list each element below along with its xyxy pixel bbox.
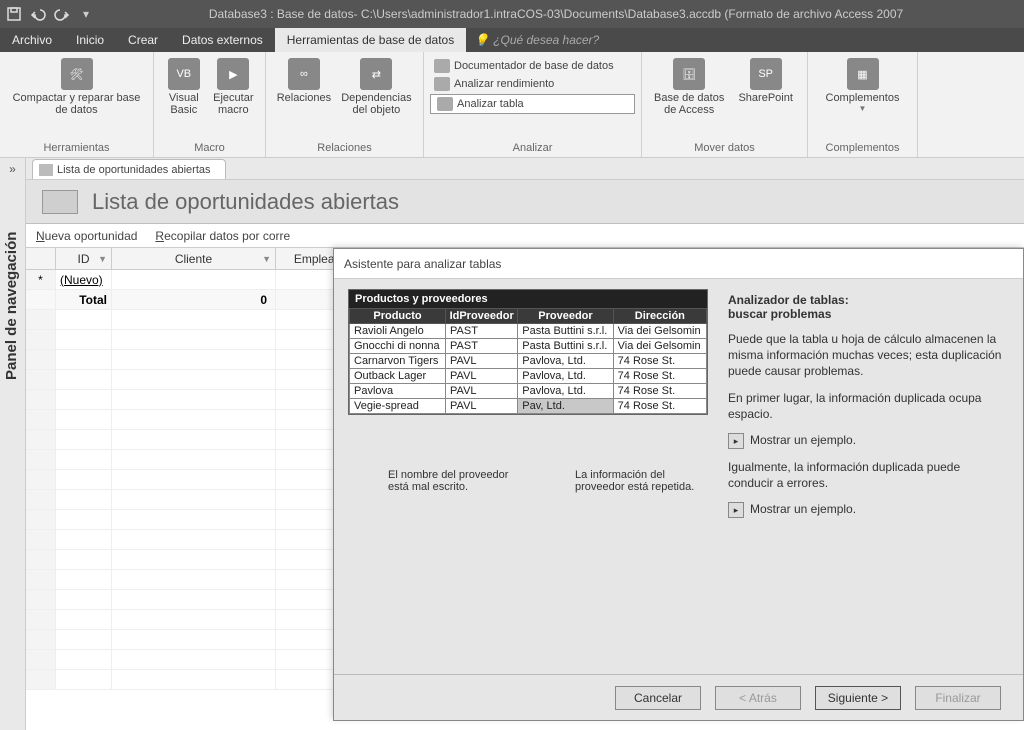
ribbon-group-complementos: Complementos xyxy=(808,141,917,157)
relations-icon: ∞ xyxy=(288,58,320,90)
sample-th-proveedor: Proveedor xyxy=(518,309,613,324)
ribbon-group-macro: Macro xyxy=(154,141,265,157)
row-selector-header[interactable] xyxy=(26,248,56,269)
wizard-paragraph: En primer lugar, la información duplicad… xyxy=(728,390,1007,422)
analyze-table-icon xyxy=(437,97,453,111)
sample-th-idproveedor: IdProveedor xyxy=(446,309,518,324)
wizard-paragraph: Puede que la tabla u hoja de cálculo alm… xyxy=(728,331,1007,380)
document-tabs: Lista de oportunidades abiertas xyxy=(26,158,1024,180)
callout-misspelled: El nombre del proveedor está mal escrito… xyxy=(348,465,535,497)
analyze-table-button[interactable]: Analizar tabla xyxy=(430,94,635,114)
tab-inicio[interactable]: Inicio xyxy=(64,28,116,52)
nav-pane-label: Panel de navegación xyxy=(3,232,20,380)
analyze-perf-icon xyxy=(434,77,450,91)
column-header-cliente[interactable]: Cliente▼ xyxy=(112,248,276,269)
callout-repeated: La información del proveedor está repeti… xyxy=(535,465,722,497)
sample-table-illustration: Productos y proveedores Producto IdProve… xyxy=(348,289,708,415)
tab-herramientas-bd[interactable]: Herramientas de base de datos xyxy=(275,28,466,52)
sample-row: Vegie-spreadPAVLPav, Ltd.74 Rose St. xyxy=(350,399,707,414)
ribbon-group-mover: Mover datos xyxy=(642,141,807,157)
column-header-id[interactable]: ID▼ xyxy=(56,248,112,269)
ribbon-group-analizar: Analizar xyxy=(424,141,641,157)
save-icon[interactable] xyxy=(6,6,22,22)
table-analyzer-wizard: Asistente para analizar tablas Productos… xyxy=(333,248,1024,721)
tab-crear[interactable]: Crear xyxy=(116,28,170,52)
chevron-down-icon[interactable]: ▼ xyxy=(262,254,271,264)
chevron-right-icon: » xyxy=(9,162,16,176)
show-example-label: Mostrar un ejemplo. xyxy=(750,502,856,516)
tab-archivo[interactable]: Archivo xyxy=(0,28,64,52)
access-db-icon: 🗄 xyxy=(673,58,705,90)
cell-id-new[interactable]: (Nuevo) xyxy=(56,270,112,289)
object-dependencies-button[interactable]: ⇄Dependencias del objeto xyxy=(336,56,417,118)
lightbulb-icon: 💡 xyxy=(474,33,489,47)
barcode-icon xyxy=(42,190,78,214)
redo-icon[interactable] xyxy=(54,6,70,22)
new-opportunity-link[interactable]: NNueva oportunidadueva oportunidad xyxy=(36,229,137,243)
run-macro-button[interactable]: ▶Ejecutar macro xyxy=(208,56,259,118)
wizard-title: Asistente para analizar tablas xyxy=(334,249,1023,279)
total-value: 0 xyxy=(112,290,276,309)
form-icon xyxy=(39,164,53,176)
form-title: Lista de oportunidades abiertas xyxy=(92,189,399,215)
window-title: Database3 : Base de datos- C:\Users\admi… xyxy=(94,7,1018,21)
sample-row: Outback LagerPAVLPavlova, Ltd.74 Rose St… xyxy=(350,369,707,384)
sample-table-title: Productos y proveedores xyxy=(349,290,707,308)
qat-dropdown-icon[interactable]: ▾ xyxy=(78,6,94,22)
sample-th-producto: Producto xyxy=(350,309,446,324)
tab-datos-externos[interactable]: Datos externos xyxy=(170,28,275,52)
ribbon-group-relaciones: Relaciones xyxy=(266,141,423,157)
db-documenter-button[interactable]: Documentador de base de datos xyxy=(430,58,635,74)
title-bar: ▾ Database3 : Base de datos- C:\Users\ad… xyxy=(0,0,1024,28)
back-button[interactable]: < Atrás xyxy=(715,686,801,710)
addins-icon: ▦ xyxy=(847,58,879,90)
run-macro-icon: ▶ xyxy=(217,58,249,90)
sample-th-direccion: Dirección xyxy=(613,309,706,324)
document-tab-label: Lista de oportunidades abiertas xyxy=(57,164,211,176)
chevron-down-icon: ▼ xyxy=(859,104,867,113)
analyze-performance-button[interactable]: Analizar rendimiento xyxy=(430,76,635,92)
cell-cliente-new[interactable] xyxy=(112,270,276,289)
relations-button[interactable]: ∞Relaciones xyxy=(272,56,336,106)
new-row-indicator: * xyxy=(26,270,56,289)
ribbon-group-herramientas: Herramientas xyxy=(0,141,153,157)
ribbon-tabs: Archivo Inicio Crear Datos externos Herr… xyxy=(0,28,1024,52)
sample-row: Carnarvon TigersPAVLPavlova, Ltd.74 Rose… xyxy=(350,354,707,369)
sample-row: Ravioli AngeloPASTPasta Buttini s.r.l.Vi… xyxy=(350,324,707,339)
compact-repair-icon: 🛠 xyxy=(61,58,93,90)
visual-basic-button[interactable]: VBVisual Basic xyxy=(160,56,208,118)
sharepoint-button[interactable]: SPSharePoint xyxy=(730,56,801,106)
sample-row: PavlovaPAVLPavlova, Ltd.74 Rose St. xyxy=(350,384,707,399)
wizard-footer: Cancelar < Atrás Siguiente > Finalizar xyxy=(334,674,1023,720)
undo-icon[interactable] xyxy=(30,6,46,22)
collect-data-link[interactable]: Recopilar datos por corre xyxy=(155,229,290,243)
access-db-button[interactable]: 🗄Base de datos de Access xyxy=(648,56,730,118)
chevron-down-icon[interactable]: ▼ xyxy=(98,254,107,264)
ribbon: 🛠 Compactar y reparar base de datos Herr… xyxy=(0,52,1024,158)
form-toolbar: NNueva oportunidadueva oportunidad Recop… xyxy=(26,224,1024,248)
next-button[interactable]: Siguiente > xyxy=(815,686,901,710)
sharepoint-icon: SP xyxy=(750,58,782,90)
visual-basic-icon: VB xyxy=(168,58,200,90)
sample-row: Gnocchi di nonnaPASTPasta Buttini s.r.l.… xyxy=(350,339,707,354)
show-example-label: Mostrar un ejemplo. xyxy=(750,433,856,447)
cancel-button[interactable]: Cancelar xyxy=(615,686,701,710)
wizard-paragraph: Igualmente, la información duplicada pue… xyxy=(728,459,1007,491)
finish-button[interactable]: Finalizar xyxy=(915,686,1001,710)
wizard-heading: Analizador de tablas:buscar problemas xyxy=(728,293,1007,321)
documenter-icon xyxy=(434,59,450,73)
document-tab[interactable]: Lista de oportunidades abiertas xyxy=(32,159,226,179)
dependencies-icon: ⇄ xyxy=(360,58,392,90)
show-example-button[interactable]: ▸ xyxy=(728,433,744,449)
tell-me-search[interactable]: 💡¿Qué desea hacer? xyxy=(466,28,599,52)
form-header: Lista de oportunidades abiertas xyxy=(26,180,1024,224)
show-example-button[interactable]: ▸ xyxy=(728,502,744,518)
total-label: Total xyxy=(56,290,112,309)
compact-repair-button[interactable]: 🛠 Compactar y reparar base de datos xyxy=(7,56,147,118)
addins-button[interactable]: ▦Complementos▼ xyxy=(815,56,911,115)
